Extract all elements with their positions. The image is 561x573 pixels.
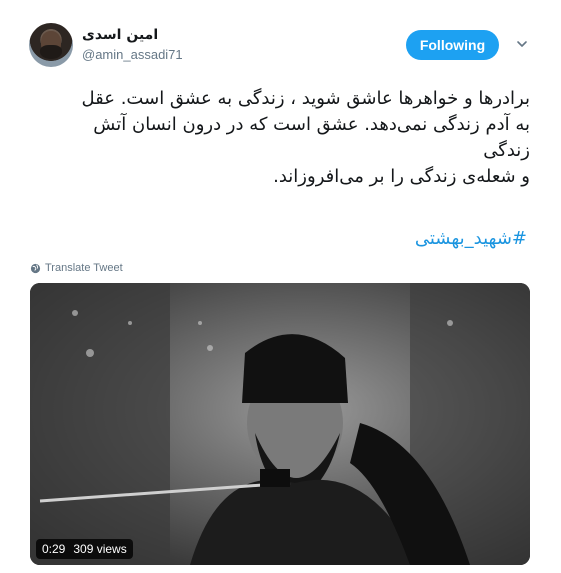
video-player[interactable]: 0:29 309 views [30, 283, 530, 565]
tweet-line: و شعله‌ی زندگی را بر می‌افروزاند. [273, 166, 530, 187]
tweet-line: برادرها و خواهرها عاشق شوید ، زندگی به ع… [81, 88, 530, 109]
following-button[interactable]: Following [406, 30, 499, 60]
translate-label: Translate Tweet [45, 262, 123, 274]
video-info-badge: 0:29 309 views [36, 539, 133, 559]
tweet-text: برادرها و خواهرها عاشق شوید ، زندگی به ع… [30, 86, 530, 190]
author-avatar[interactable] [29, 23, 73, 67]
tweet-line: به آدم زندگی نمی‌دهد. عشق است که در درون… [93, 114, 530, 135]
globe-icon [30, 263, 41, 273]
translate-tweet-link[interactable]: Translate Tweet [30, 262, 123, 274]
video-thumbnail [30, 283, 530, 565]
tweet-line: زندگی [483, 140, 530, 161]
avatar-beard [40, 45, 62, 59]
chevron-down-icon[interactable] [516, 38, 528, 50]
hashtag-link[interactable]: #شهید_بهشتی [30, 228, 527, 249]
author-handle[interactable]: @amin_assadi71 [82, 47, 183, 62]
author-name[interactable]: امین اسدی [82, 27, 158, 43]
video-duration: 0:29 [42, 542, 66, 556]
video-views: 309 views [73, 542, 127, 556]
